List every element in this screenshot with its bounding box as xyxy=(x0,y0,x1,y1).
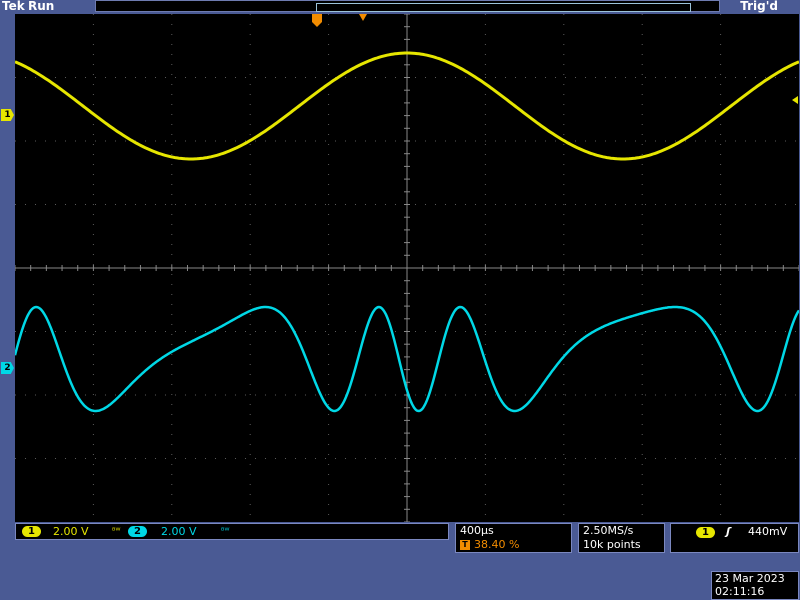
trigger-source-badge[interactable]: 1 xyxy=(696,527,715,538)
ch1-scale[interactable]: 2.00 V xyxy=(53,525,89,538)
ch1-ground-marker[interactable]: 1 xyxy=(1,109,14,121)
channel-settings-readout[interactable]: 1 2.00 V ᴮᵂ 2 2.00 V ᴮᵂ xyxy=(15,523,449,540)
record-view-bar[interactable] xyxy=(95,0,720,12)
trigger-readout[interactable]: 1 ʃ 440mV xyxy=(670,523,799,553)
ch2-ground-marker[interactable]: 2 xyxy=(1,362,14,374)
trigger-position-icon: T xyxy=(460,540,470,550)
ch2-scale[interactable]: 2.00 V xyxy=(161,525,197,538)
date-label: 23 Mar 2023 xyxy=(715,572,785,585)
trigger-position-marker xyxy=(312,14,322,27)
record-length: 10k points xyxy=(583,538,641,551)
rising-edge-icon[interactable]: ʃ xyxy=(726,525,731,538)
trigger-state: Trig'd xyxy=(740,0,778,13)
graticule xyxy=(15,14,799,522)
ch2-bw-limit-icon: ᴮᵂ xyxy=(221,526,230,535)
ch1-bw-limit-icon: ᴮᵂ xyxy=(112,526,121,535)
time-per-division[interactable]: 400µs xyxy=(460,524,494,537)
ch2-badge[interactable]: 2 xyxy=(128,526,147,537)
trigger-level[interactable]: 440mV xyxy=(748,525,787,538)
date-time-readout: 23 Mar 2023 02:11:16 xyxy=(711,571,799,600)
trigger-level-marker xyxy=(792,96,798,104)
record-view-window[interactable] xyxy=(316,3,691,12)
acquisition-state[interactable]: Run xyxy=(28,0,54,13)
waveform-display[interactable] xyxy=(15,14,799,522)
sample-rate: 2.50MS/s xyxy=(583,524,634,537)
status-bar: Tek Run Trig'd xyxy=(0,0,800,14)
trigger-position-value[interactable]: 38.40 % xyxy=(474,538,519,551)
acquisition-readout[interactable]: 2.50MS/s 10k points xyxy=(578,523,665,553)
time-label: 02:11:16 xyxy=(715,585,765,598)
timebase-readout[interactable]: 400µs T 38.40 % xyxy=(455,523,572,553)
ch1-badge[interactable]: 1 xyxy=(22,526,41,537)
brand-label: Tek xyxy=(2,0,25,13)
expansion-point-marker xyxy=(359,14,367,21)
